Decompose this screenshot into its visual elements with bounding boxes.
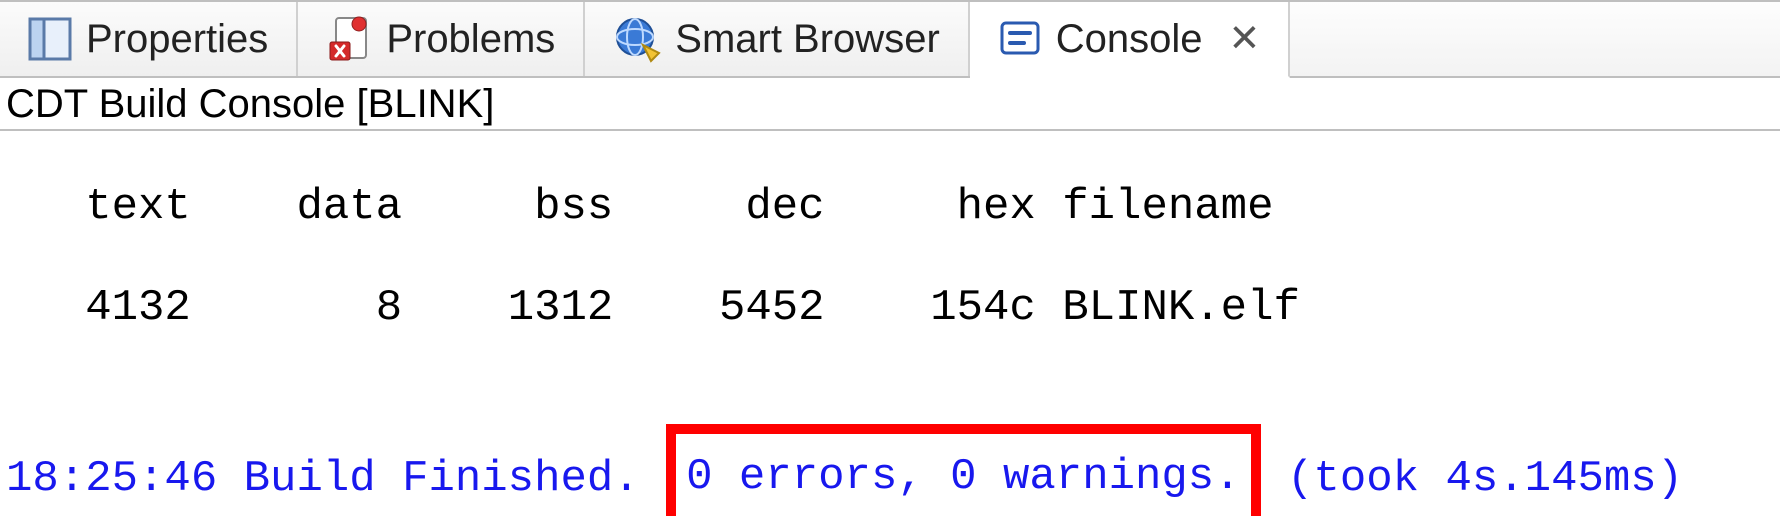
- size-header-row: text data bss dec hex filename: [6, 182, 1774, 233]
- val-bss: 1312: [508, 283, 614, 333]
- col-data: data: [296, 182, 402, 232]
- console-icon: [998, 17, 1042, 61]
- val-dec: 5452: [719, 283, 825, 333]
- col-hex: hex: [957, 182, 1036, 232]
- val-text: 4132: [85, 283, 191, 333]
- size-value-row: 4132 8 1312 5452 154c BLINK.elf: [6, 283, 1774, 334]
- val-hex: 154c: [930, 283, 1036, 333]
- console-header: CDT Build Console [BLINK]: [0, 78, 1780, 131]
- build-duration: (took 4s.145ms): [1287, 453, 1683, 503]
- tab-label: Console: [1056, 17, 1203, 62]
- col-filename: filename: [1062, 182, 1273, 232]
- tab-problems[interactable]: Problems: [298, 2, 585, 76]
- tab-console[interactable]: Console ✕: [970, 2, 1291, 78]
- build-status-line: 18:25:46 Build Finished. 0 errors, 0 war…: [6, 424, 1774, 516]
- globe-icon: [613, 15, 661, 63]
- tab-properties[interactable]: Properties: [0, 2, 298, 76]
- val-data: 8: [376, 283, 402, 333]
- build-status: Build Finished.: [244, 453, 640, 503]
- view-tab-bar: Properties Problems Smart Browser: [0, 0, 1780, 78]
- build-time: 18:25:46: [6, 453, 217, 503]
- build-summary: 0 errors, 0 warnings.: [686, 452, 1241, 502]
- console-output: text data bss dec hex filename 4132 8 13…: [0, 131, 1780, 516]
- build-summary-highlight: 0 errors, 0 warnings.: [666, 424, 1261, 516]
- problems-icon: [326, 16, 372, 62]
- col-bss: bss: [534, 182, 613, 232]
- col-dec: dec: [745, 182, 824, 232]
- val-filename: BLINK.elf: [1062, 283, 1300, 333]
- tab-label: Problems: [386, 17, 555, 62]
- tab-label: Properties: [86, 17, 268, 62]
- close-icon[interactable]: ✕: [1229, 20, 1261, 58]
- col-text: text: [85, 182, 191, 232]
- tab-smart-browser[interactable]: Smart Browser: [585, 2, 970, 76]
- tab-label: Smart Browser: [675, 17, 940, 62]
- properties-icon: [28, 17, 72, 61]
